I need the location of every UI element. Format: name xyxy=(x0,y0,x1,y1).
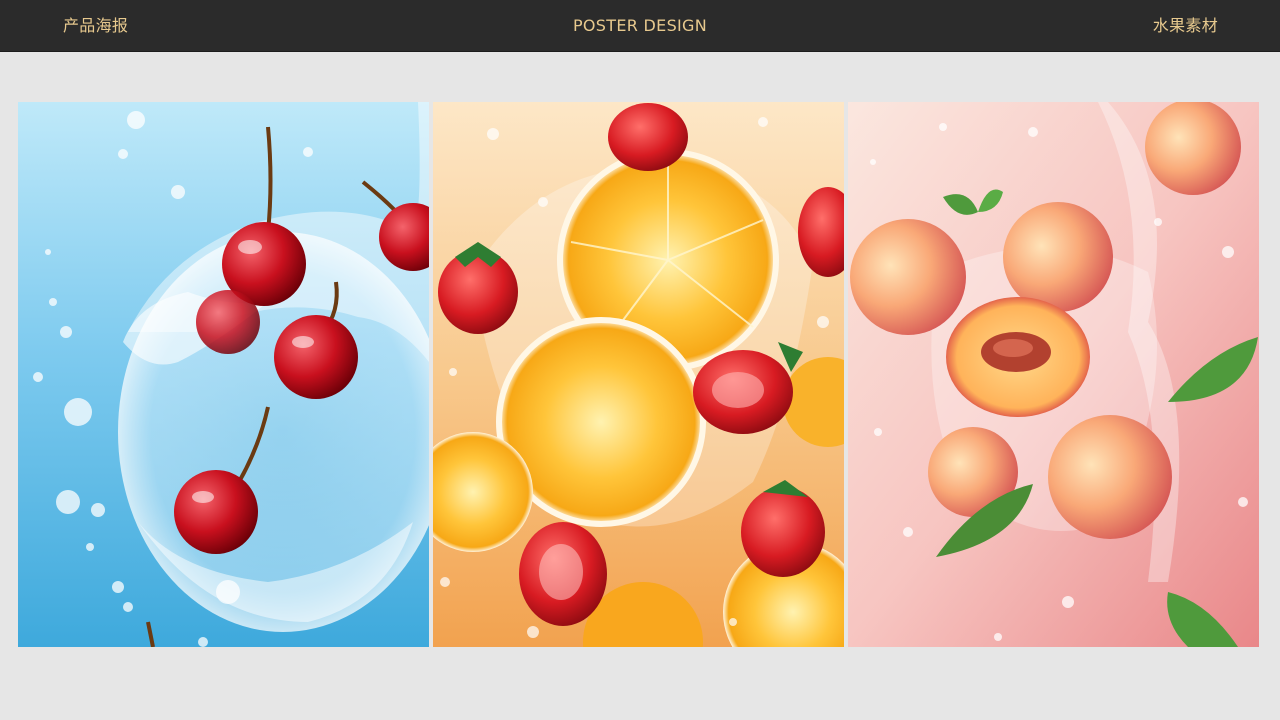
poster-gallery xyxy=(18,102,1259,647)
cherry-splash-image xyxy=(18,102,429,647)
poster-cherry xyxy=(18,102,429,647)
peach-splash-image xyxy=(848,102,1259,647)
poster-orange-strawberry xyxy=(433,102,844,647)
orange-strawberry-splash-image xyxy=(433,102,844,647)
poster-peach xyxy=(848,102,1259,647)
top-bar: 产品海报 POSTER DESIGN 水果素材 xyxy=(0,0,1280,52)
header-center-title: POSTER DESIGN xyxy=(572,16,708,35)
header-right-title: 水果素材 xyxy=(1152,16,1218,35)
